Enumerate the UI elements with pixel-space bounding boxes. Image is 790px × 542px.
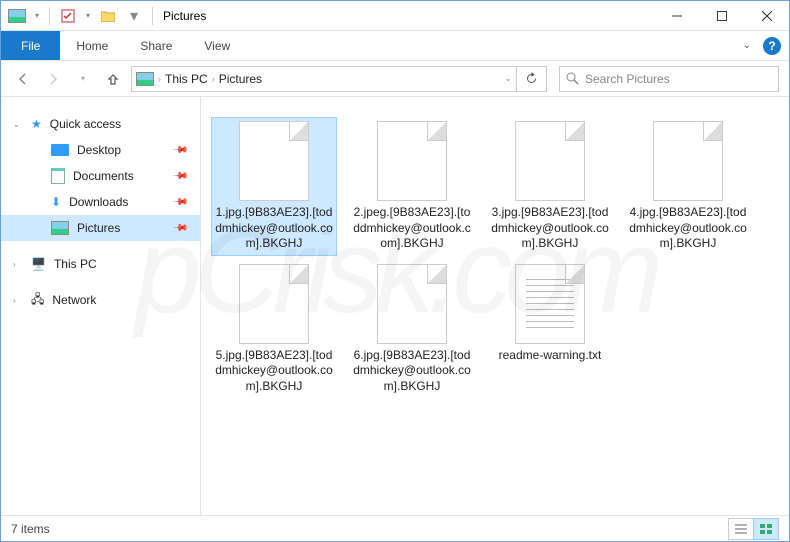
pin-icon: 📌 [171, 194, 188, 211]
search-input[interactable]: Search Pictures [559, 66, 779, 92]
file-item[interactable]: 3.jpg.[9B83AE23].[toddmhickey@outlook.co… [487, 117, 613, 256]
expand-icon: › [13, 296, 16, 305]
title-separator [152, 7, 153, 25]
breadcrumb[interactable]: › This PC › Pictures ⌄ [131, 66, 517, 92]
file-thumb-icon [377, 121, 447, 201]
qat-customize[interactable]: ▾ [122, 4, 146, 28]
qat-dropdown-2[interactable]: ▾ [82, 4, 94, 28]
file-item[interactable]: readme-warning.txt [487, 260, 613, 399]
file-thumb-icon [515, 121, 585, 201]
file-name: 5.jpg.[9B83AE23].[toddmhickey@outlook.co… [213, 348, 335, 395]
pin-icon: 📌 [171, 142, 188, 159]
tab-view[interactable]: View [188, 31, 246, 60]
properties-button[interactable] [56, 4, 80, 28]
file-thumb-icon [239, 264, 309, 344]
search-placeholder: Search Pictures [585, 72, 670, 86]
close-button[interactable] [744, 1, 789, 31]
ribbon-expand-icon[interactable]: ⌄ [737, 40, 757, 51]
icons-view-button[interactable] [753, 518, 779, 540]
file-name: 4.jpg.[9B83AE23].[toddmhickey@outlook.co… [627, 205, 749, 252]
nav-desktop[interactable]: Desktop📌 [1, 137, 200, 163]
chevron-right-icon: › [158, 74, 161, 84]
nav-quick-access[interactable]: ⌄ ★ Quick access [1, 111, 200, 137]
help-button[interactable]: ? [763, 37, 781, 55]
pin-icon: 📌 [171, 220, 188, 237]
tab-home[interactable]: Home [60, 31, 124, 60]
documents-icon [51, 168, 65, 184]
file-item[interactable]: 2.jpeg.[9B83AE23].[toddmhickey@outlook.c… [349, 117, 475, 256]
file-name: 3.jpg.[9B83AE23].[toddmhickey@outlook.co… [489, 205, 611, 252]
file-thumb-icon [377, 264, 447, 344]
nav-this-pc[interactable]: ›🖥️This PC [1, 251, 200, 277]
file-name: 1.jpg.[9B83AE23].[toddmhickey@outlook.co… [213, 205, 335, 252]
network-icon: 🖧 [31, 290, 44, 311]
star-icon: ★ [31, 117, 42, 131]
window-title: Pictures [161, 9, 206, 23]
forward-button[interactable] [41, 67, 65, 91]
file-thumb-icon [239, 121, 309, 201]
status-bar: 7 items [1, 515, 789, 541]
maximize-button[interactable] [699, 1, 744, 31]
recent-dropdown[interactable]: ▾ [71, 67, 95, 91]
nav-downloads[interactable]: ⬇Downloads📌 [1, 189, 200, 215]
pc-icon: 🖥️ [31, 257, 46, 271]
nav-network[interactable]: ›🖧Network [1, 287, 200, 313]
pin-icon: 📌 [171, 168, 188, 185]
file-name: readme-warning.txt [499, 348, 602, 364]
up-button[interactable] [101, 67, 125, 91]
new-folder-button[interactable] [96, 4, 120, 28]
crumb-thispc[interactable]: This PC [165, 72, 208, 86]
nav-documents[interactable]: Documents📌 [1, 163, 200, 189]
pictures-icon [51, 221, 69, 235]
search-icon [566, 72, 579, 85]
expand-icon: ⌄ [13, 120, 20, 129]
expand-icon: › [13, 260, 16, 269]
tab-share[interactable]: Share [124, 31, 188, 60]
chevron-right-icon: › [212, 74, 215, 84]
folder-icon [136, 72, 154, 86]
file-item[interactable]: 1.jpg.[9B83AE23].[toddmhickey@outlook.co… [211, 117, 337, 256]
minimize-button[interactable] [654, 1, 699, 31]
file-item[interactable]: 6.jpg.[9B83AE23].[toddmhickey@outlook.co… [349, 260, 475, 399]
chevron-down-icon[interactable]: ⌄ [504, 73, 512, 84]
file-item[interactable]: 4.jpg.[9B83AE23].[toddmhickey@outlook.co… [625, 117, 751, 256]
titlebar: ▾ ▾ ▾ Pictures [1, 1, 789, 31]
file-thumb-icon [653, 121, 723, 201]
file-name: 2.jpeg.[9B83AE23].[toddmhickey@outlook.c… [351, 205, 473, 252]
crumb-pictures[interactable]: Pictures [219, 72, 262, 86]
downloads-icon: ⬇ [51, 195, 61, 209]
file-pane[interactable]: 1.jpg.[9B83AE23].[toddmhickey@outlook.co… [201, 97, 789, 515]
desktop-icon [51, 144, 69, 156]
qat-dropdown[interactable]: ▾ [31, 4, 43, 28]
qat-separator [49, 7, 50, 25]
file-name: 6.jpg.[9B83AE23].[toddmhickey@outlook.co… [351, 348, 473, 395]
back-button[interactable] [11, 67, 35, 91]
ribbon: File Home Share View ⌄ ? [1, 31, 789, 61]
app-icon [5, 4, 29, 28]
file-thumb-icon [515, 264, 585, 344]
file-item[interactable]: 5.jpg.[9B83AE23].[toddmhickey@outlook.co… [211, 260, 337, 399]
refresh-button[interactable] [517, 66, 547, 92]
file-tab[interactable]: File [1, 31, 60, 60]
navigation-pane: ⌄ ★ Quick access Desktop📌 Documents📌 ⬇Do… [1, 97, 201, 515]
details-view-button[interactable] [728, 518, 754, 540]
address-bar: ▾ › This PC › Pictures ⌄ Search Pictures [1, 61, 789, 97]
item-count: 7 items [11, 522, 50, 536]
nav-pictures[interactable]: Pictures📌 [1, 215, 200, 241]
